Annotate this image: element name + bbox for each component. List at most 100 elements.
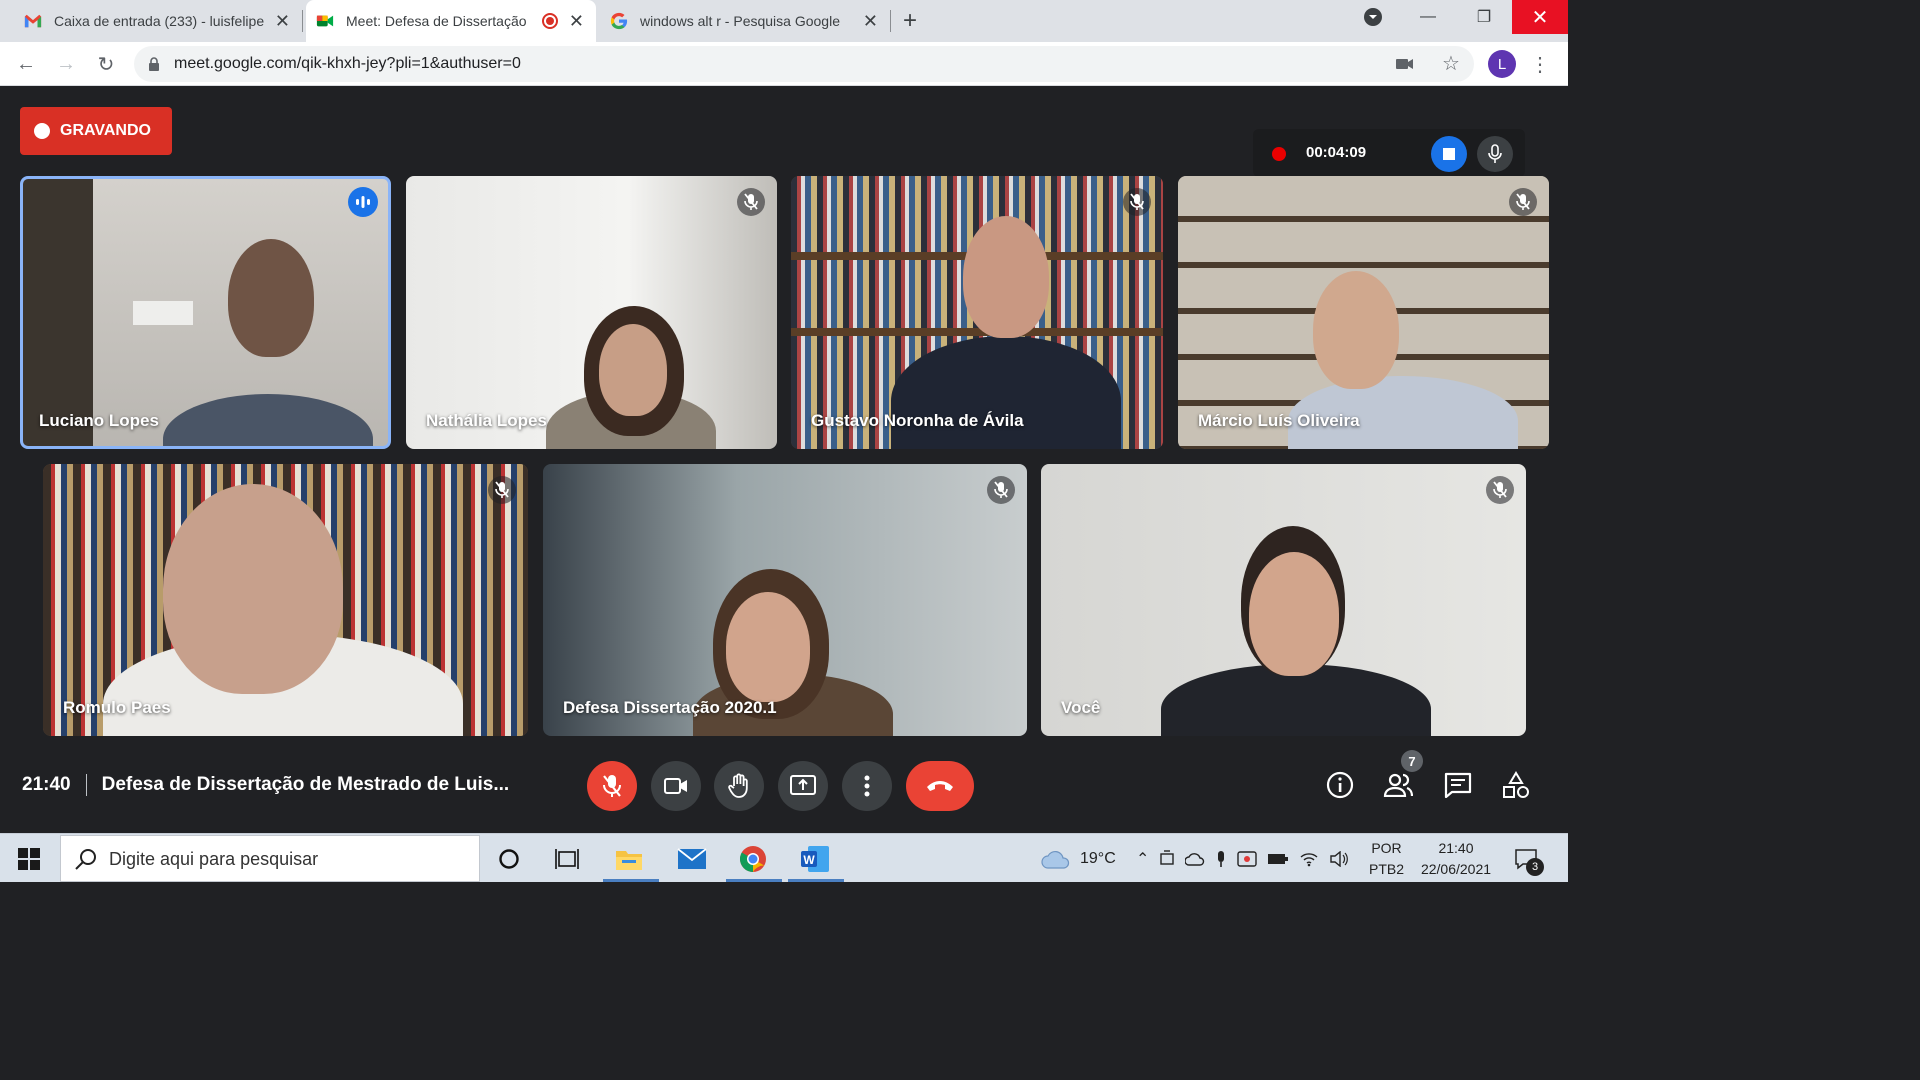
windows-taskbar: Digite aqui para pesquisar W 19°C ⌃ POR … [0, 833, 1568, 882]
participant-name: Você [1061, 698, 1101, 717]
meeting-details-button[interactable] [1324, 769, 1356, 801]
notification-count-badge: 3 [1526, 858, 1544, 876]
cortana-button[interactable] [492, 842, 526, 876]
shelf [791, 328, 1163, 336]
people-button[interactable] [1382, 769, 1414, 801]
tab-search-button[interactable] [1345, 0, 1401, 34]
participant-tile[interactable]: Defesa Dissertação 2020.1 [543, 464, 1027, 736]
info-icon [1326, 771, 1354, 799]
participant-tile[interactable]: Luciano Lopes [20, 176, 391, 449]
restore-button[interactable]: ❐ [1456, 0, 1512, 34]
toggle-camera-button[interactable] [651, 761, 701, 811]
recording-mic-button[interactable] [1477, 136, 1513, 172]
present-screen-button[interactable] [778, 761, 828, 811]
word-button[interactable]: W [798, 842, 832, 876]
participant-tile[interactable]: Romulo Paes [43, 464, 528, 736]
raise-hand-button[interactable] [714, 761, 764, 811]
file-explorer-button[interactable] [612, 842, 646, 876]
url-text: meet.google.com/qik-khxh-jey?pli=1&authu… [174, 55, 521, 72]
close-window-button[interactable]: ✕ [1512, 0, 1568, 34]
muted-mic-icon [987, 476, 1015, 504]
muted-mic-icon [737, 188, 765, 216]
tab-strip: Caixa de entrada (233) - luisfelipe ✕ Me… [0, 0, 1568, 42]
hand-icon [728, 773, 748, 798]
more-vert-icon [864, 775, 870, 797]
language-indicator[interactable]: POR PTB2 [1369, 834, 1404, 883]
tab-title: Meet: Defesa de Dissertação [346, 13, 527, 29]
lang-bottom: PTB2 [1369, 860, 1405, 877]
meet-stage: GRAVANDO 00:04:09 Luciano Lopes Nathália… [0, 87, 1568, 833]
screen-capture-icon[interactable] [1237, 850, 1258, 868]
mail-app-button[interactable] [675, 842, 709, 876]
taskbar-search-box[interactable]: Digite aqui para pesquisar [60, 835, 480, 882]
participant-face [963, 216, 1049, 338]
address-bar[interactable]: meet.google.com/qik-khxh-jey?pli=1&authu… [134, 46, 1474, 82]
tab-title: Caixa de entrada (233) - luisfelipe [54, 13, 265, 29]
task-view-button[interactable] [550, 842, 584, 876]
chevron-up-icon[interactable]: ⌃ [1136, 849, 1149, 869]
video-background [133, 301, 193, 325]
chevron-down-icon [1364, 8, 1382, 26]
participant-name: Nathália Lopes [426, 411, 547, 430]
tab-meet[interactable]: Meet: Defesa de Dissertação ✕ [306, 0, 596, 42]
divider [85, 774, 87, 796]
minimize-button[interactable]: — [1400, 0, 1456, 34]
forward-button[interactable]: → [52, 50, 80, 78]
wifi-icon[interactable] [1299, 851, 1319, 867]
tab-gmail[interactable]: Caixa de entrada (233) - luisfelipe ✕ [14, 0, 302, 42]
meet-control-bar: 21:40 Defesa de Dissertação de Mestrado … [0, 747, 1568, 833]
camera-icon[interactable] [1396, 57, 1414, 71]
stop-recording-button[interactable] [1431, 136, 1467, 172]
tab-google-search[interactable]: windows alt r - Pesquisa Google ✕ [600, 0, 890, 42]
clock-time: 21:40 [1438, 839, 1474, 856]
muted-mic-icon [488, 476, 516, 504]
browser-menu-button[interactable]: ⋮ [1526, 50, 1554, 78]
recording-indicator-icon [542, 13, 558, 29]
video-background [23, 179, 93, 446]
new-tab-button[interactable]: + [903, 7, 917, 35]
recording-timer: 00:04:09 [1306, 144, 1367, 161]
bookmark-star-icon[interactable]: ☆ [1442, 51, 1460, 76]
profile-avatar[interactable]: L [1488, 50, 1516, 78]
action-center-button[interactable]: 3 [1514, 834, 1544, 883]
muted-mic-icon [1486, 476, 1514, 504]
battery-icon[interactable] [1267, 852, 1289, 866]
speaking-indicator-icon [348, 187, 378, 217]
reload-button[interactable]: ↻ [92, 50, 120, 78]
leave-call-button[interactable] [906, 761, 974, 811]
chat-button[interactable] [1442, 769, 1474, 801]
folder-icon [616, 851, 642, 870]
close-tab-icon[interactable]: ✕ [569, 11, 584, 32]
close-tab-icon[interactable]: ✕ [275, 11, 290, 32]
back-button[interactable]: ← [12, 50, 40, 78]
meet-icon [316, 15, 334, 27]
participant-tile[interactable]: Gustavo Noronha de Ávila [791, 176, 1163, 449]
chrome-button[interactable] [736, 842, 770, 876]
microphone-tray-icon[interactable] [1215, 850, 1227, 868]
weather-widget[interactable]: 19°C [1040, 834, 1116, 883]
participant-tile[interactable]: Você [1041, 464, 1526, 736]
participant-tile[interactable]: Nathália Lopes [406, 176, 777, 449]
volume-icon[interactable] [1329, 850, 1349, 867]
participant-name: Márcio Luís Oliveira [1198, 411, 1360, 430]
word-icon: W [801, 846, 829, 872]
clock-date: 22/06/2021 [1420, 860, 1492, 877]
record-dot-icon [34, 123, 50, 139]
active-app-indicator [726, 879, 782, 882]
weather-temp: 19°C [1080, 849, 1116, 867]
meet-present-tray-icon[interactable] [1159, 849, 1175, 868]
participant-tile[interactable]: Márcio Luís Oliveira [1178, 176, 1549, 449]
activities-icon [1503, 771, 1529, 798]
toggle-mic-button[interactable] [587, 761, 637, 811]
onedrive-icon[interactable] [1185, 852, 1205, 866]
activities-button[interactable] [1500, 769, 1532, 801]
tab-title: windows alt r - Pesquisa Google [640, 13, 840, 29]
mail-icon [677, 848, 707, 869]
participant-name: Luciano Lopes [39, 411, 159, 430]
start-button[interactable] [12, 842, 46, 876]
close-tab-icon[interactable]: ✕ [863, 11, 878, 32]
browser-toolbar: ← → ↻ meet.google.com/qik-khxh-jey?pli=1… [0, 42, 1568, 86]
taskbar-clock[interactable]: 21:40 22/06/2021 [1415, 834, 1497, 883]
chrome-icon [740, 846, 766, 872]
more-options-button[interactable] [842, 761, 892, 811]
